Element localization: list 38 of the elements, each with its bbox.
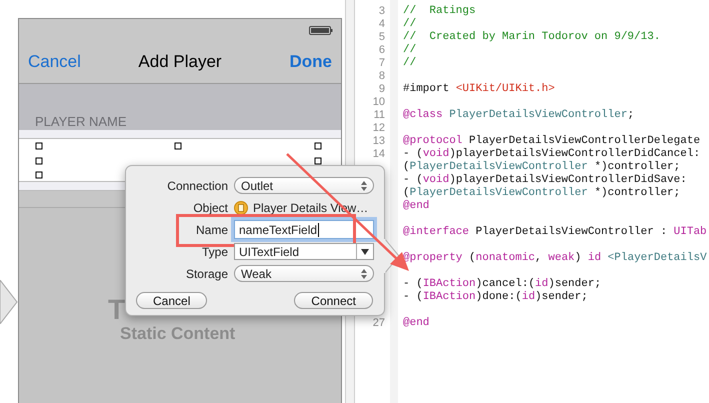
line-number: 13	[372, 135, 385, 147]
line-number: 27	[372, 317, 385, 329]
code-line: (PlayerDetailsViewController *)controller;	[402, 187, 680, 200]
code-line: - (IBAction)cancel:(id)sender;	[402, 278, 602, 291]
line-number: 14	[372, 148, 385, 160]
field-label: Name	[194, 222, 228, 236]
code-line: //	[402, 18, 416, 31]
field-label: Object	[192, 200, 228, 214]
code-line: //	[402, 57, 416, 70]
section-header: PLAYER NAME	[35, 114, 127, 129]
line-number: 6	[378, 44, 385, 56]
code-line: // Created by Marin Todorov on 9/9/13.	[402, 31, 660, 44]
code-line: @class PlayerDetailsViewController;	[402, 109, 634, 122]
code-line: #import <UIKit/UIKit.h>	[402, 83, 555, 96]
nav-title: Add Player	[138, 52, 222, 71]
code-line: // Ratings	[402, 5, 476, 18]
field-label: Connection	[166, 178, 228, 192]
code-line: @end	[402, 200, 430, 213]
field-label: Storage	[184, 266, 228, 280]
line-number: 4	[378, 18, 385, 30]
line-number: 8	[378, 70, 385, 82]
line-number: 9	[378, 83, 385, 95]
code-line: - (void)playerDetailsViewControllerDidCancel:	[402, 148, 700, 161]
code-line: @interface PlayerDetailsViewController : UITab	[402, 226, 707, 239]
line-number: 10	[372, 96, 385, 108]
line-number: 5	[378, 31, 385, 43]
code-line: @protocol PlayerDetailsViewControllerDelegate	[402, 135, 700, 148]
line-number: 11	[374, 109, 385, 121]
code-line: @end	[402, 317, 430, 330]
table-caption: Static Content	[120, 324, 236, 344]
code-line: - (IBAction)done:(id)sender;	[402, 291, 588, 304]
line-number: 12	[372, 122, 385, 134]
field-label: Type	[200, 244, 228, 258]
line-number: 3	[378, 5, 385, 17]
code-line: - (void)playerDetailsViewControllerDidSave:	[402, 174, 687, 187]
code-line: (PlayerDetailsViewController *)controller;	[402, 161, 680, 174]
code-line: //	[402, 44, 416, 57]
line-number: 7	[378, 57, 385, 69]
